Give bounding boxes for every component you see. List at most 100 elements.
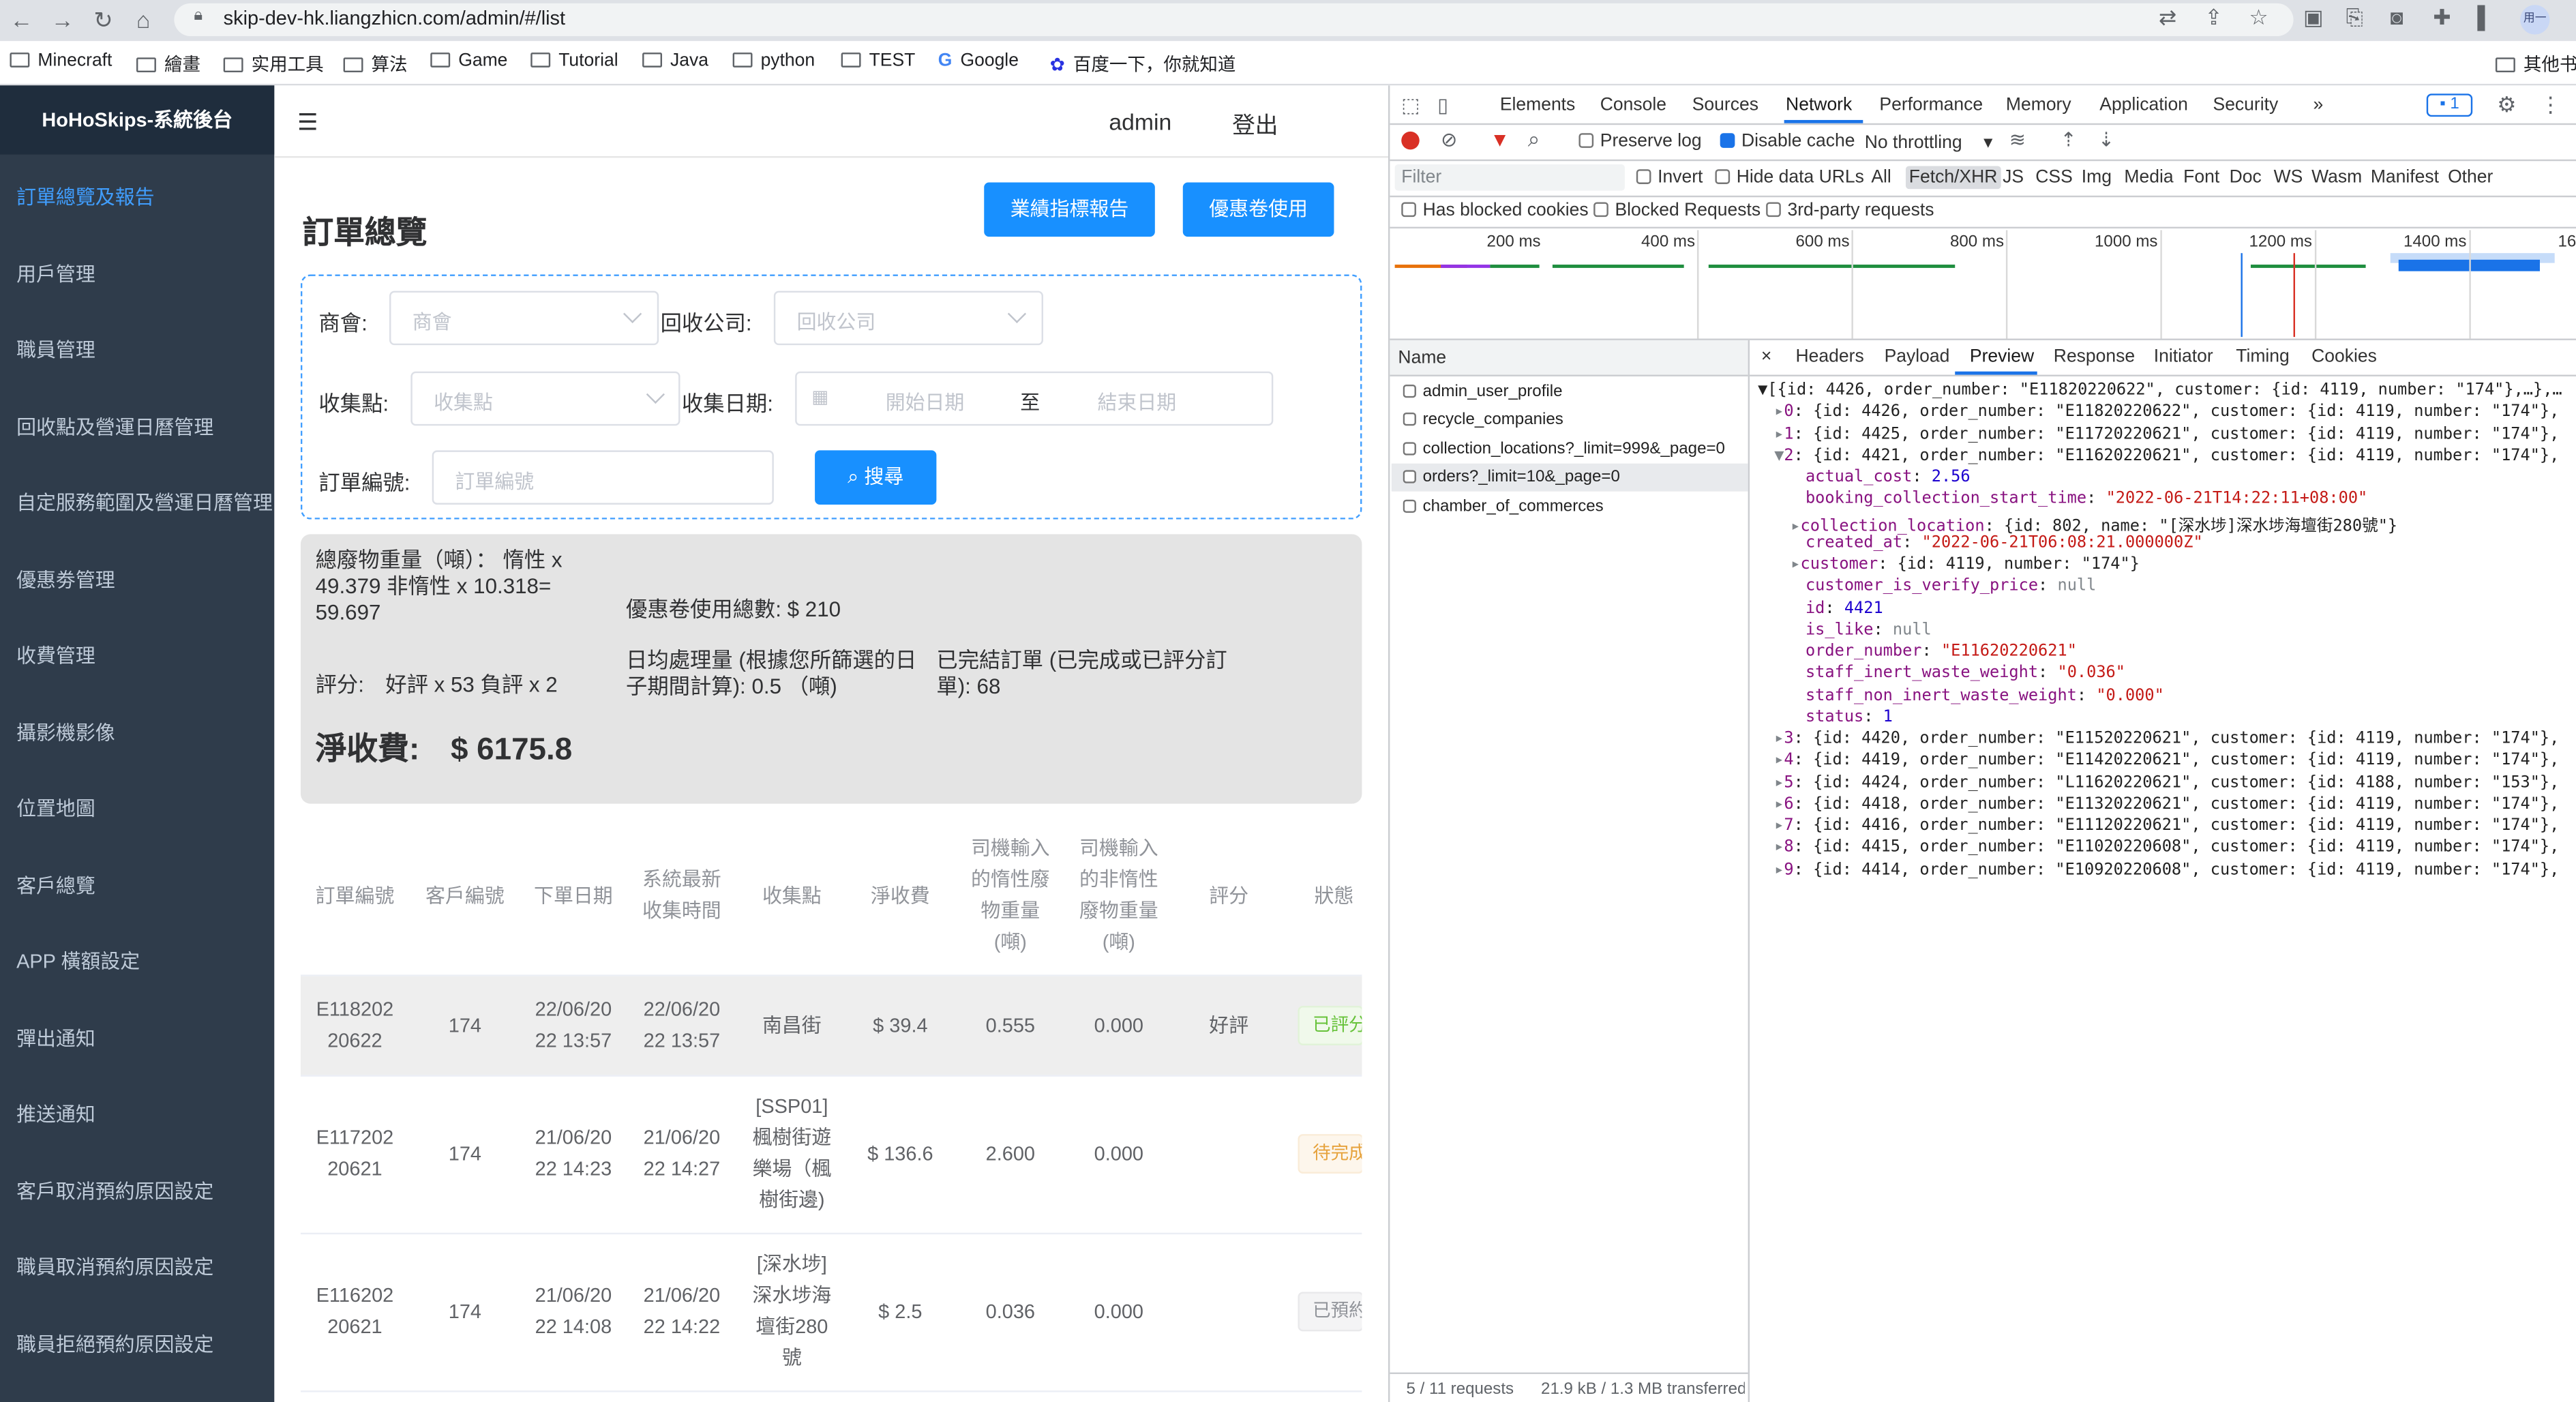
clear-icon[interactable]: ⊘	[1441, 128, 1457, 151]
request-row[interactable]: orders?_limit=10&_page=0	[1403, 468, 1740, 487]
invert-checkbox[interactable]: Invert	[1636, 168, 1703, 188]
search-icon[interactable]: ⌕	[1528, 127, 1540, 153]
detail-tab-timing[interactable]: Timing	[2236, 347, 2290, 367]
settings-gear-icon[interactable]: ⚙	[2497, 92, 2516, 119]
devtools-tab-application[interactable]: Application	[2099, 95, 2188, 115]
sidebar-item-coupons[interactable]: 優惠劵管理	[16, 565, 115, 593]
json-line[interactable]: actual_cost: 2.56	[1806, 468, 1971, 487]
json-line[interactable]: staff_inert_waste_weight: "0.036"	[1806, 664, 2125, 683]
request-row[interactable]: recycle_companies	[1403, 412, 1740, 430]
devtools-tab-sources[interactable]: Sources	[1692, 95, 1758, 115]
sidebar-item-staff[interactable]: 職員管理	[16, 335, 95, 363]
preserve-log-checkbox[interactable]: Preserve log	[1578, 132, 1702, 151]
devtools-tab-memory[interactable]: Memory	[2006, 95, 2071, 115]
request-row[interactable]: admin_user_profile	[1403, 383, 1740, 401]
sidebar-toggle-icon[interactable]: ▌	[2477, 5, 2492, 29]
devtools-tab-[interactable]: »	[2313, 95, 2323, 115]
coupon-usage-button[interactable]: 優惠卷使用	[1182, 182, 1334, 237]
devtools-tab-security[interactable]: Security	[2213, 95, 2279, 115]
detail-tab-cookies[interactable]: Cookies	[2311, 347, 2377, 367]
name-column-header[interactable]: Name	[1398, 348, 1446, 368]
sidebar-item-fees[interactable]: 收費管理	[16, 641, 95, 669]
json-line[interactable]: ▼[{id: 4426, order_number: "E11820220622…	[1758, 381, 2562, 400]
back-icon[interactable]: ←	[10, 7, 33, 33]
sidebar-item-popup[interactable]: 彈出通知	[16, 1024, 95, 1052]
issues-badge[interactable]: ▪ 1	[2426, 93, 2473, 117]
json-line[interactable]: is_like: null	[1806, 621, 1932, 639]
bookmark-algorithm[interactable]: 算法	[343, 51, 408, 78]
sidebar-item-staff-cancel-reasons[interactable]: 職員取消預約原因設定	[16, 1253, 213, 1281]
logout-link[interactable]: 登出	[1232, 108, 1278, 141]
bookmark-drawing[interactable]: 繪畫	[136, 51, 200, 78]
json-line[interactable]: status: 1	[1806, 708, 1893, 726]
request-row[interactable]: chamber_of_commerces	[1403, 497, 1740, 516]
url-text[interactable]: skip-dev-hk.liangzhicn.com/admin/#/list	[224, 7, 565, 30]
profile-avatar[interactable]: 用一	[2520, 5, 2550, 35]
bookmark-google[interactable]: G Google	[938, 51, 1019, 71]
import-har-icon[interactable]: ⇡	[2060, 128, 2076, 151]
close-detail-icon[interactable]: ×	[1761, 347, 1772, 367]
json-line[interactable]: ▸8: {id: 4415, order_number: "E110202206…	[1774, 839, 2559, 857]
search-button[interactable]: ⌕ 搜尋	[815, 450, 937, 505]
performance-report-button[interactable]: 業績指標報告	[984, 182, 1155, 237]
blocked-requests-checkbox[interactable]: Blocked Requests	[1593, 200, 1761, 220]
json-line[interactable]: staff_non_inert_waste_weight: "0.000"	[1806, 686, 2164, 704]
json-line[interactable]: ▸3: {id: 4420, order_number: "E115202206…	[1774, 730, 2559, 748]
network-conditions-icon[interactable]: ≋	[2009, 128, 2026, 151]
devtools-tab-performance[interactable]: Performance	[1879, 95, 1983, 115]
extension-translate-icon[interactable]: ⎘	[2346, 5, 2363, 31]
sidebar-item-camera[interactable]: 攝影機影像	[16, 718, 115, 746]
blocked-cookies-checkbox[interactable]: Has blocked cookies	[1401, 200, 1589, 220]
throttling-select[interactable]: No throttling ▾	[1865, 132, 1993, 153]
home-icon[interactable]: ⌂	[136, 7, 150, 33]
filter-type-all[interactable]: All	[1868, 166, 1895, 189]
camera-icon[interactable]: ◙	[2391, 5, 2403, 29]
json-line[interactable]: ▸6: {id: 4418, order_number: "E113202206…	[1774, 795, 2559, 814]
devtools-tab-elements[interactable]: Elements	[1500, 95, 1575, 115]
sidebar-item-customers[interactable]: 客戶總覽	[16, 871, 95, 899]
bookmark-other[interactable]: 其他书	[2495, 51, 2576, 78]
export-har-icon[interactable]: ⇣	[2098, 128, 2114, 151]
devtools-tab-console[interactable]: Console	[1600, 95, 1666, 115]
puzzle-icon[interactable]: ✚	[2433, 5, 2451, 31]
lock-icon[interactable]: 🔒︎	[194, 7, 203, 25]
sidebar-item-customer-cancel-reasons[interactable]: 客戶取消預約原因設定	[16, 1177, 213, 1205]
detail-tab-headers[interactable]: Headers	[1796, 347, 1864, 367]
bookmark-python[interactable]: python	[732, 51, 815, 71]
inspect-icon[interactable]: ⬚	[1401, 93, 1420, 117]
third-party-checkbox[interactable]: 3rd-party requests	[1766, 200, 1934, 220]
filter-type-font[interactable]: Font	[2180, 166, 2223, 189]
json-line[interactable]: ▸9: {id: 4414, order_number: "E109202206…	[1774, 861, 2559, 879]
detail-tab-initiator[interactable]: Initiator	[2154, 347, 2213, 367]
json-line[interactable]: order_number: "E11620220621"	[1806, 642, 2077, 661]
filter-type-manifest[interactable]: Manifest	[2367, 166, 2442, 189]
sidebar-item-banner[interactable]: APP 橫額設定	[16, 946, 140, 974]
json-line[interactable]: ▸5: {id: 4424, order_number: "L116202206…	[1774, 773, 2559, 792]
detail-tab-preview[interactable]: Preview	[1970, 347, 2034, 367]
sidebar-item-map[interactable]: 位置地圖	[16, 794, 95, 822]
bookmark-tutorial[interactable]: Tutorial	[530, 51, 618, 71]
filter-type-doc[interactable]: Doc	[2226, 166, 2265, 189]
json-line[interactable]: created_at: "2022-06-21T06:08:21.000000Z…	[1806, 534, 2203, 552]
bookmark-tools[interactable]: 实用工具	[223, 51, 324, 78]
bookmark-minecraft[interactable]: Minecraft	[10, 51, 112, 71]
more-vert-icon[interactable]: ⋮	[2540, 92, 2561, 119]
json-line[interactable]: ▸collection_location: {id: 802, name: "[…	[1791, 512, 2397, 535]
filter-type-ws[interactable]: WS	[2271, 166, 2306, 189]
sidebar-item-orders[interactable]: 訂單總覽及報告	[16, 183, 154, 211]
sidebar-item-service-area[interactable]: 自定服務範圍及營運日曆管理	[16, 488, 273, 516]
bookmark-baidu[interactable]: ✿ 百度一下，你就知道	[1050, 51, 1236, 78]
hamburger-icon[interactable]: ☰	[297, 108, 318, 136]
reload-icon[interactable]: ↻	[93, 7, 113, 35]
filter-type-fetchxhr[interactable]: Fetch/XHR	[1905, 166, 2001, 190]
bookmark-test[interactable]: TEST	[841, 51, 915, 71]
sidebar-item-collection-points[interactable]: 回收點及營運日曆管理	[16, 413, 213, 441]
json-line[interactable]: ▼2: {id: 4421, order_number: "E116202206…	[1774, 447, 2559, 465]
filter-icon[interactable]: ▼	[1490, 128, 1510, 151]
json-line[interactable]: ▸4: {id: 4419, order_number: "E114202206…	[1774, 751, 2559, 770]
forward-icon[interactable]: →	[51, 7, 74, 33]
panel-splitter[interactable]	[1748, 340, 1750, 1402]
hide-data-urls-checkbox[interactable]: Hide data URLs	[1715, 168, 1864, 188]
disable-cache-checkbox[interactable]: Disable cache	[1720, 132, 1855, 151]
detail-tab-payload[interactable]: Payload	[1885, 347, 1950, 367]
